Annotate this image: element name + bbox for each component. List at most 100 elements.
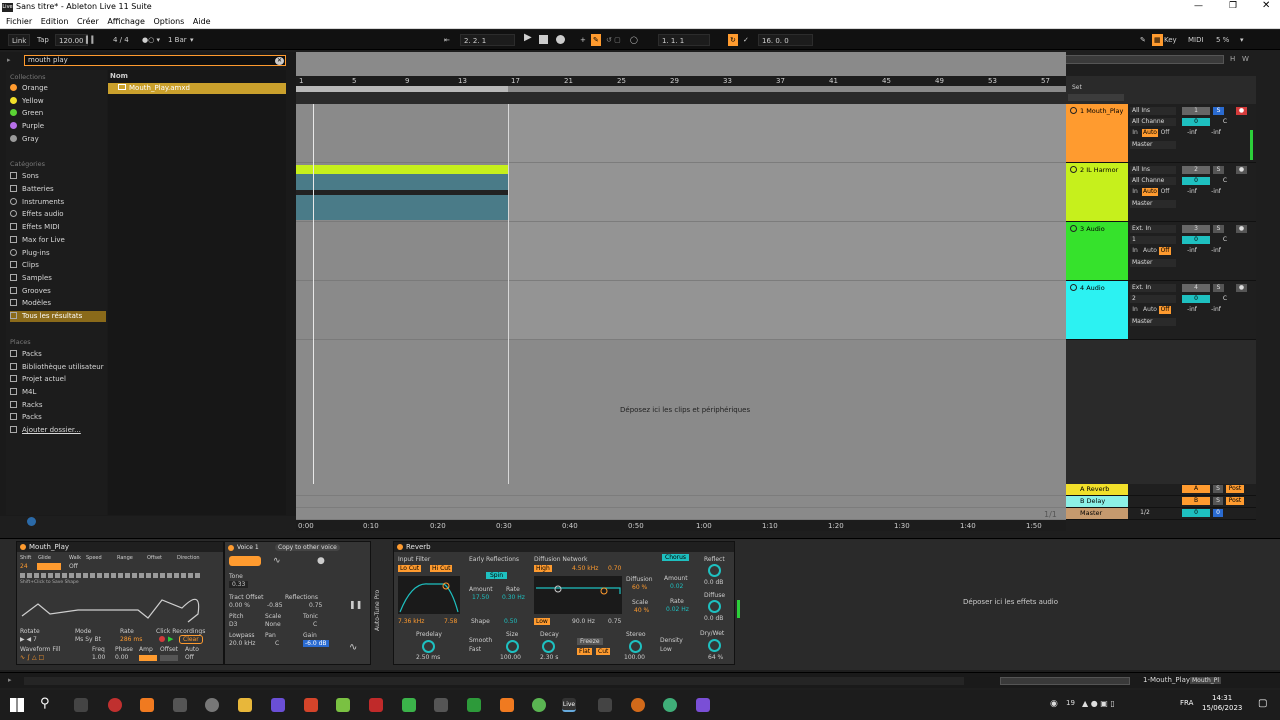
collapse-icon[interactable]: ▸ <box>8 676 12 684</box>
cut-button[interactable]: Cut <box>596 648 611 655</box>
input-channel-select[interactable]: All Channe <box>1130 118 1176 126</box>
device-overview[interactable] <box>1000 677 1130 685</box>
send-b[interactable]: -inf <box>1206 188 1226 196</box>
pan-field[interactable]: C <box>1220 118 1230 126</box>
category-plugins[interactable]: Plug-ins <box>10 248 106 259</box>
lane-return-b[interactable] <box>296 496 1066 508</box>
waveform-icon[interactable]: ∿ <box>273 556 281 566</box>
output-select[interactable]: Master <box>1130 141 1176 149</box>
category-sons[interactable]: Sons <box>10 171 106 182</box>
flat-button[interactable]: Flat <box>577 648 593 655</box>
signature-field[interactable]: 4 / 4 <box>113 34 129 46</box>
master-header[interactable]: Master 1/2 0 0 <box>1066 508 1256 520</box>
power-icon[interactable] <box>20 544 26 550</box>
track-name[interactable]: B Delay <box>1066 496 1128 505</box>
category-instruments[interactable]: Instruments <box>10 197 106 208</box>
loop-switch-icon[interactable]: ↻ <box>728 34 738 46</box>
app-icon-red[interactable] <box>369 698 383 712</box>
device-header[interactable]: Reverb <box>394 542 734 552</box>
input-type-select[interactable]: All Ins <box>1130 107 1176 115</box>
high-freq-value[interactable]: 4.50 kHz <box>572 565 598 572</box>
return-header-b[interactable]: B Delay B S Post <box>1066 496 1256 508</box>
reflect-knob[interactable] <box>708 564 721 577</box>
place-packs[interactable]: Packs <box>10 349 106 360</box>
amount-value[interactable]: 17.50 <box>472 594 489 601</box>
send-b[interactable]: -inf <box>1206 129 1226 137</box>
send-a[interactable]: -inf <box>1182 188 1202 196</box>
track-name[interactable]: Master <box>1066 508 1128 517</box>
app-icon-search[interactable] <box>140 698 154 712</box>
pan-field[interactable]: C <box>1220 236 1230 244</box>
track-header-4[interactable]: 4 Audio Ext. In 2 In Auto Off Master 4 S… <box>1066 281 1256 340</box>
shift-value[interactable]: 24 <box>20 563 28 570</box>
app-icon-discord[interactable] <box>271 698 285 712</box>
category-all-results[interactable]: Tous les résultats <box>10 311 106 322</box>
low-value[interactable]: 0.75 <box>608 618 621 625</box>
place-packs-2[interactable]: Packs <box>10 412 106 423</box>
predelay-knob[interactable] <box>422 640 435 653</box>
curve-icon[interactable]: ∿ <box>349 642 357 653</box>
tract-value[interactable]: 0.00 % <box>229 602 250 609</box>
pan-field[interactable]: C <box>1220 177 1230 185</box>
bar-ruler[interactable]: 1 5 9 13 17 21 25 29 33 37 41 45 49 53 5… <box>296 76 1066 86</box>
clock-date[interactable]: 15/06/2023 <box>1202 704 1242 712</box>
smooth-select[interactable]: Fast <box>469 646 481 653</box>
amp-slider[interactable] <box>139 655 157 661</box>
app-icon-doc[interactable] <box>598 698 612 712</box>
output-select[interactable]: Master <box>1130 200 1176 208</box>
collection-purple[interactable]: Purple <box>10 121 106 132</box>
app-icon-purple[interactable] <box>696 698 710 712</box>
send-b[interactable]: -inf <box>1206 306 1226 314</box>
chrome-icon[interactable] <box>108 698 122 712</box>
hide-icon[interactable]: H W <box>1230 55 1249 63</box>
step-sequencer[interactable] <box>20 573 202 578</box>
reflect-value[interactable]: 0.0 dB <box>704 579 723 586</box>
send-b[interactable]: -inf <box>1206 247 1226 255</box>
volume-field[interactable]: 0 <box>1182 295 1210 303</box>
send-a[interactable]: -inf <box>1182 129 1202 137</box>
clear-search-icon[interactable]: ✕ <box>275 57 284 65</box>
computer-keyboard-icon[interactable]: ▦ <box>1152 34 1163 46</box>
monitor-auto[interactable]: Auto <box>1142 188 1158 196</box>
size-knob[interactable] <box>506 640 519 653</box>
app-icon-shield[interactable] <box>532 698 546 712</box>
menu-creer[interactable]: Créer <box>77 15 99 29</box>
category-clips[interactable]: Clips <box>10 260 106 271</box>
spin-button[interactable]: Spin <box>486 572 508 579</box>
monitor-off[interactable]: Off <box>1159 247 1171 255</box>
link-button[interactable]: Link <box>8 34 31 46</box>
high-value[interactable]: 0.70 <box>608 565 621 572</box>
tap-button[interactable]: Tap <box>37 34 49 46</box>
notification-icon[interactable]: ▢ <box>1258 698 1267 709</box>
monitor-in[interactable]: In <box>1130 306 1140 314</box>
monitor-in[interactable]: In <box>1130 247 1140 255</box>
solo-button[interactable]: S <box>1213 485 1223 493</box>
draw-mode-icon[interactable]: ✓ <box>743 34 749 46</box>
reflections-value[interactable]: -0.85 <box>267 602 283 609</box>
freeze-button[interactable]: Freeze <box>577 638 603 645</box>
decay-knob[interactable] <box>542 640 555 653</box>
device-header[interactable]: Mouth_Play <box>17 542 223 552</box>
scale-value[interactable]: 40 % <box>634 607 649 614</box>
decay-value[interactable]: 2.30 s <box>540 654 558 661</box>
punch-icon[interactable]: ◯ <box>630 34 638 46</box>
place-current-project[interactable]: Projet actuel <box>10 374 106 385</box>
post-button[interactable]: Post <box>1226 497 1244 505</box>
monitor-in[interactable]: In <box>1130 188 1140 196</box>
density-select[interactable]: Low <box>660 646 672 653</box>
preview-icon[interactable] <box>27 517 36 526</box>
follow-icon[interactable]: ⇤ <box>444 34 450 46</box>
predelay-value[interactable]: 2.50 ms <box>416 654 440 661</box>
power-icon[interactable] <box>397 544 403 550</box>
track-number[interactable]: 3 <box>1182 225 1210 233</box>
solo-button[interactable]: S <box>1213 166 1224 174</box>
category-effets-midi[interactable]: Effets MIDI <box>10 222 106 233</box>
lane-master[interactable] <box>296 508 1066 520</box>
power-icon[interactable] <box>228 545 234 551</box>
input-type-select[interactable]: All Ins <box>1130 166 1176 174</box>
pitch-value[interactable]: D3 <box>229 621 237 628</box>
input-channel-select[interactable]: All Channe <box>1130 177 1176 185</box>
filter-freq-value[interactable]: 7.36 kHz <box>398 618 424 625</box>
monitor-off[interactable]: Off <box>1159 129 1171 137</box>
reenable-automation-icon[interactable]: ↺ ▢ <box>606 34 621 46</box>
